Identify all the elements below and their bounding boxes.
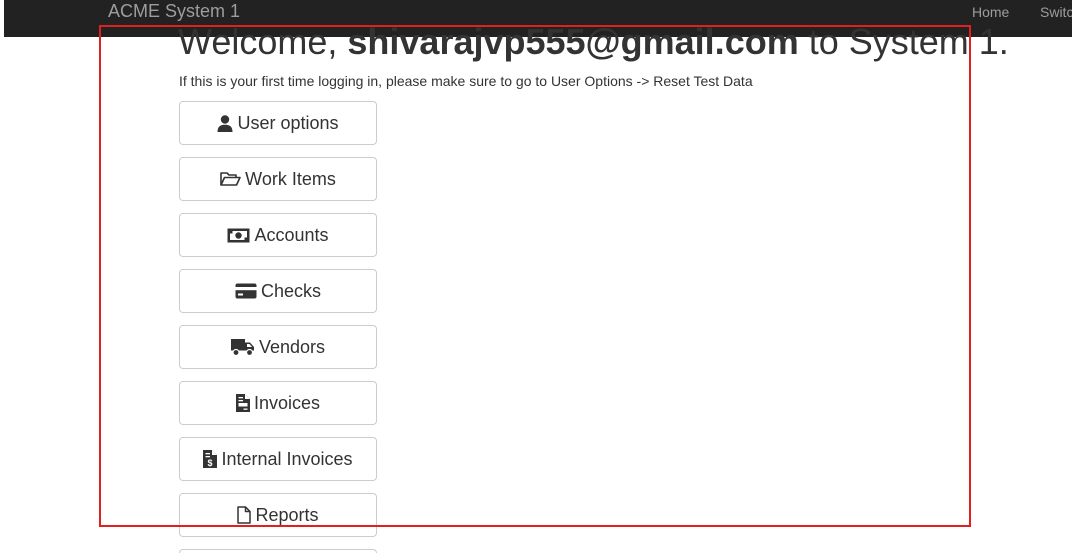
reports-label: Reports xyxy=(255,504,319,525)
checks-button[interactable]: Checks xyxy=(179,269,377,313)
welcome-user-email: shivarajvp555@gmail.com xyxy=(347,21,799,62)
truck-icon xyxy=(230,338,255,356)
welcome-prefix: Welcome, xyxy=(178,21,348,62)
credit-card-icon xyxy=(235,283,257,299)
welcome-suffix: to System 1. xyxy=(798,21,1009,62)
nav-link-switch[interactable]: Switc xyxy=(1040,4,1072,20)
vendors-label: Vendors xyxy=(258,336,326,357)
nav-link-home[interactable]: Home xyxy=(972,4,1009,20)
internal-invoices-button[interactable]: $ Internal Invoices xyxy=(179,437,377,481)
internal-invoices-label: Internal Invoices xyxy=(221,448,353,469)
work-items-label: Work Items xyxy=(245,168,336,189)
money-bill-icon xyxy=(227,228,250,243)
file-icon xyxy=(237,506,252,524)
invoices-button[interactable]: Invoices xyxy=(179,381,377,425)
next-menu-button-partial[interactable] xyxy=(179,549,377,553)
work-items-button[interactable]: Work Items xyxy=(179,157,377,201)
accounts-button[interactable]: Accounts xyxy=(179,213,377,257)
user-options-label: User options xyxy=(237,112,339,133)
user-options-button[interactable]: User options xyxy=(179,101,377,145)
vendors-button[interactable]: Vendors xyxy=(179,325,377,369)
svg-text:$: $ xyxy=(208,458,213,468)
user-icon xyxy=(217,114,233,132)
reports-button[interactable]: Reports xyxy=(179,493,377,537)
checks-label: Checks xyxy=(260,280,322,301)
folder-open-icon xyxy=(220,171,241,187)
page-title: Welcome, shivarajvp555@gmail.com to Syst… xyxy=(178,22,1009,62)
intro-text: If this is your first time logging in, p… xyxy=(179,73,753,89)
file-invoice-icon xyxy=(235,394,250,412)
file-invoice-dollar-icon: $ xyxy=(203,450,218,468)
navbar-brand[interactable]: ACME System 1 xyxy=(108,1,240,21)
invoices-label: Invoices xyxy=(253,392,321,413)
accounts-label: Accounts xyxy=(254,224,329,245)
